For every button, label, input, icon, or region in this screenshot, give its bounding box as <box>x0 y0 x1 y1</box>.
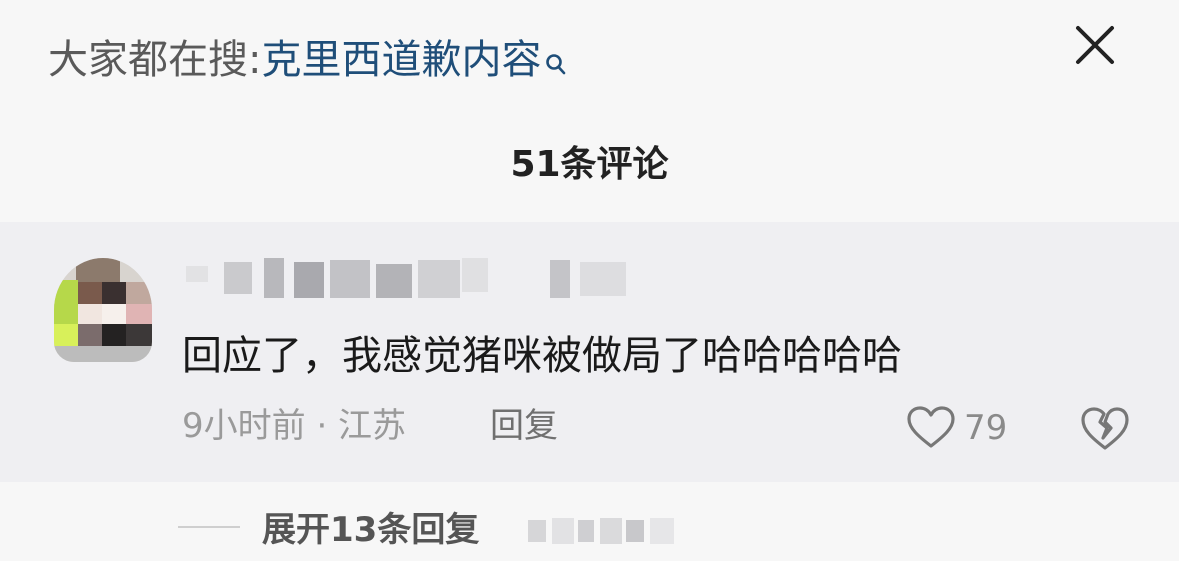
comment-meta: 9小时前 · 江苏 <box>182 406 407 446</box>
reply-button[interactable]: 回复 <box>490 402 558 450</box>
heart-icon <box>907 406 955 448</box>
replies-expand-row: 展开13条回复 <box>0 482 1179 561</box>
trending-search[interactable]: 大家都在搜:克里西道歉内容 <box>48 32 567 92</box>
close-button[interactable] <box>1070 24 1120 68</box>
divider <box>178 526 240 528</box>
comments-header: 大家都在搜:克里西道歉内容 51条评论 <box>0 0 1179 222</box>
comment-text: 回应了，我感觉猪咪被做局了哈哈哈哈哈 <box>182 333 902 379</box>
like-count: 79 <box>964 408 1008 448</box>
trending-search-prefix: 大家都在搜: <box>48 37 262 83</box>
close-icon <box>1076 26 1114 64</box>
search-icon[interactable] <box>545 36 567 92</box>
username-pixelated[interactable] <box>180 258 650 306</box>
mosaic-overlay <box>508 514 690 548</box>
broken-heart-icon <box>1081 407 1129 450</box>
comment-item: 回应了，我感觉猪咪被做局了哈哈哈哈哈 9小时前 · 江苏 回复 79 <box>0 222 1179 482</box>
dislike-button[interactable] <box>1080 406 1130 452</box>
expand-replies-button[interactable]: 展开13条回复 <box>262 506 479 554</box>
trending-search-term[interactable]: 克里西道歉内容 <box>261 37 541 83</box>
like-button[interactable]: 79 <box>906 404 1026 452</box>
comment-count-title: 51条评论 <box>510 144 669 185</box>
avatar[interactable] <box>54 258 152 362</box>
